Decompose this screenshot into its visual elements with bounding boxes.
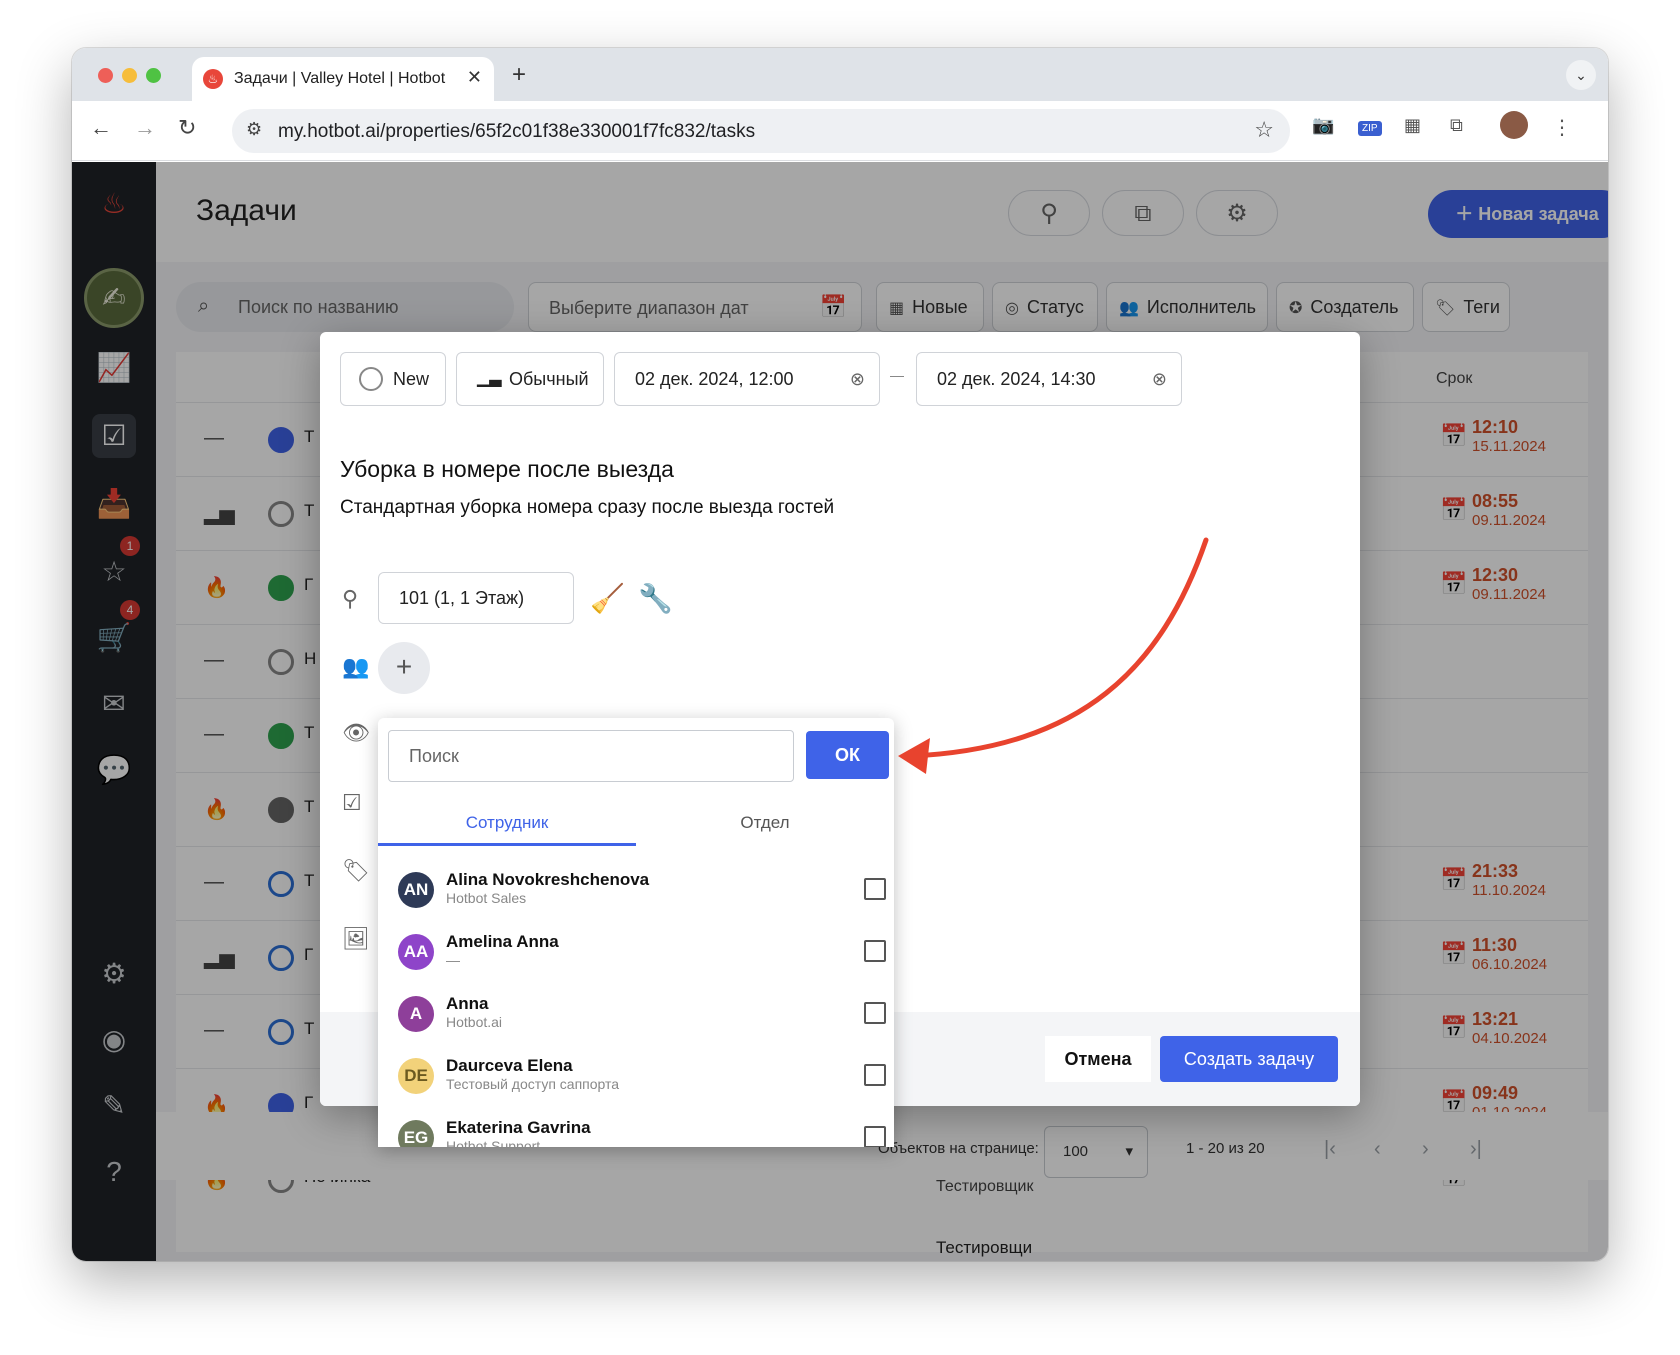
annotation-arrow: [898, 537, 1209, 774]
browser-window: ♨ Задачи | Valley Hotel | Hotbot ✕ + ⌄ ←…: [72, 48, 1608, 1261]
